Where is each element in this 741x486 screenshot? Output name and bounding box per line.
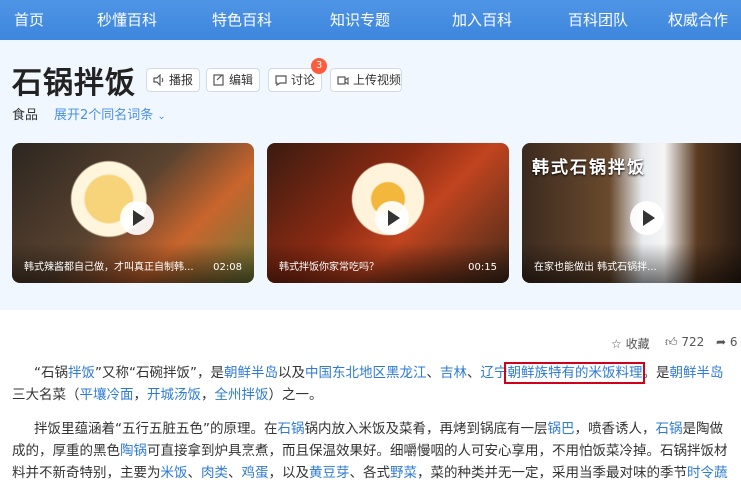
video-duration: 00:15 <box>468 262 497 273</box>
text: ）之一。 <box>268 387 323 403</box>
link-rice[interactable]: 米饭 <box>161 465 188 481</box>
link-korean-peninsula[interactable]: 朝鲜半岛 <box>224 365 278 381</box>
nav-featured[interactable]: 特色百科 <box>212 0 272 40</box>
summary-paragraph: “石锅拌饭”又称“石碗拌饭”，是朝鲜半岛以及中国东北地区黑龙江、吉林、辽宁朝鲜族… <box>12 362 732 406</box>
link-clay-pot[interactable]: 陶锅 <box>120 443 147 459</box>
chat-icon <box>275 75 287 86</box>
text: 、 <box>187 465 202 481</box>
thumbs-up-icon: 👍︎ <box>665 335 678 349</box>
upload-video-label: 上传视频 <box>353 73 402 87</box>
text: ”又称“石碗拌饭”，是 <box>95 365 224 381</box>
top-nav: 首页 秒懂百科 特色百科 知识专题 加入百科 百科团队 权威合作 <box>0 0 741 40</box>
play-icon[interactable] <box>120 201 154 235</box>
broadcast-button[interactable]: 播报 <box>146 68 200 92</box>
nav-topics[interactable]: 知识专题 <box>330 0 390 40</box>
upload-video-button[interactable]: 上传视频 <box>330 68 402 92</box>
collect-button[interactable]: ☆ 收藏 <box>611 335 650 352</box>
nav-miaodong[interactable]: 秒懂百科 <box>97 0 157 40</box>
link-jeonju-bibimbap[interactable]: 全州拌饭 <box>215 387 269 403</box>
text: 以及 <box>277 365 305 381</box>
edit-icon <box>213 74 224 86</box>
link-korean-peninsula[interactable]: 朝鲜半岛 <box>669 365 723 381</box>
link-liaoning[interactable]: 辽宁 <box>480 365 507 381</box>
discuss-label: 讨论 <box>291 73 316 87</box>
text: ，喷香诱人， <box>574 421 656 437</box>
expand-homonyms-label: 展开2个同名词条 <box>54 108 154 123</box>
broadcast-label: 播报 <box>169 73 194 87</box>
nav-team[interactable]: 百科团队 <box>568 0 628 40</box>
collect-label: 收藏 <box>625 337 650 351</box>
text: 拌饭里蕴涵着“五行五脏五色”的原理。在 <box>34 421 278 437</box>
star-icon: ☆ <box>611 337 622 351</box>
link-stone-pot[interactable]: 石锅 <box>278 421 305 437</box>
link-guoba[interactable]: 锅巴 <box>548 421 575 437</box>
share-button[interactable]: ➦ 6 <box>716 335 738 349</box>
video-card[interactable]: 韩式辣酱都自己做，才叫真正自制韩... 02:08 <box>12 143 254 283</box>
expand-homonyms-link[interactable]: 展开2个同名词条 ⌄ <box>54 104 166 123</box>
nav-home[interactable]: 首页 <box>14 0 44 40</box>
play-icon[interactable] <box>375 201 409 235</box>
text: ， <box>133 387 148 403</box>
share-count: 6 <box>729 335 738 349</box>
link-northeast-china[interactable]: 中国东北地区 <box>305 365 386 381</box>
nav-join[interactable]: 加入百科 <box>452 0 512 40</box>
highlighted-phrase[interactable]: 朝鲜族特有的米饭料理 <box>504 362 646 384</box>
discuss-count-badge: 3 <box>311 58 327 74</box>
nav-cooperation[interactable]: 权威合作 <box>668 0 728 40</box>
like-button[interactable]: 👍︎ 722 <box>665 335 704 350</box>
video-caption: 韩式拌饭你家常吃吗？ <box>279 262 379 273</box>
play-icon[interactable] <box>630 201 664 235</box>
text: “石锅 <box>34 365 68 381</box>
chevron-down-icon: ⌄ <box>157 111 166 122</box>
video-card[interactable]: 韩式石锅拌饭 在家也能做出 韩式石锅拌... <box>522 143 741 283</box>
text: 、 <box>426 365 440 381</box>
page-title: 石锅拌饭 <box>12 66 136 101</box>
like-count: 722 <box>681 335 705 349</box>
text: 。是 <box>642 365 670 381</box>
text: 锅内放入米饭及菜肴，再烤到锅底有一层 <box>304 421 548 437</box>
video-overlay-title: 韩式石锅拌饭 <box>532 158 646 178</box>
link-soybean-sprouts[interactable]: 黄豆芽 <box>309 465 350 481</box>
link-bibimbap[interactable]: 拌饭 <box>68 365 95 381</box>
text: 、 <box>228 465 242 481</box>
text: 三大名菜（ <box>12 387 80 403</box>
share-icon: ➦ <box>716 335 727 349</box>
video-card[interactable]: 韩式拌饭你家常吃吗？ 00:15 <box>267 143 509 283</box>
text: ，以及 <box>268 465 310 481</box>
link-egg[interactable]: 鸡蛋 <box>242 465 269 481</box>
text: 、各式 <box>349 465 391 481</box>
text: ，菜的种类并无一定，采用当季最对味的季节 <box>417 465 687 481</box>
edit-button[interactable]: 编辑 <box>206 68 260 92</box>
link-jilin[interactable]: 吉林 <box>440 365 467 381</box>
video-caption: 韩式辣酱都自己做，才叫真正自制韩... <box>24 262 194 273</box>
link-heilongjiang[interactable]: 黑龙江 <box>386 365 427 381</box>
link-meat[interactable]: 肉类 <box>201 465 228 481</box>
edit-label: 编辑 <box>229 73 254 87</box>
video-icon <box>337 76 349 86</box>
video-caption: 在家也能做出 韩式石锅拌... <box>534 262 657 273</box>
video-duration: 02:08 <box>213 262 242 273</box>
text: ， <box>201 387 215 403</box>
link-stone-pot[interactable]: 石锅 <box>656 421 683 437</box>
link-kaesong-soup-rice[interactable]: 开城汤饭 <box>147 387 201 403</box>
link-wild-vegetables[interactable]: 野菜 <box>390 465 417 481</box>
text: 、 <box>466 365 481 381</box>
speaker-icon <box>153 74 164 86</box>
link-pyongyang-noodles[interactable]: 平壤冷面 <box>80 387 134 403</box>
entry-category: 食品 <box>12 108 39 123</box>
body-paragraph: 拌饭里蕴涵着“五行五脏五色”的原理。在石锅锅内放入米饭及菜肴，再烤到锅底有一层锅… <box>12 418 732 486</box>
